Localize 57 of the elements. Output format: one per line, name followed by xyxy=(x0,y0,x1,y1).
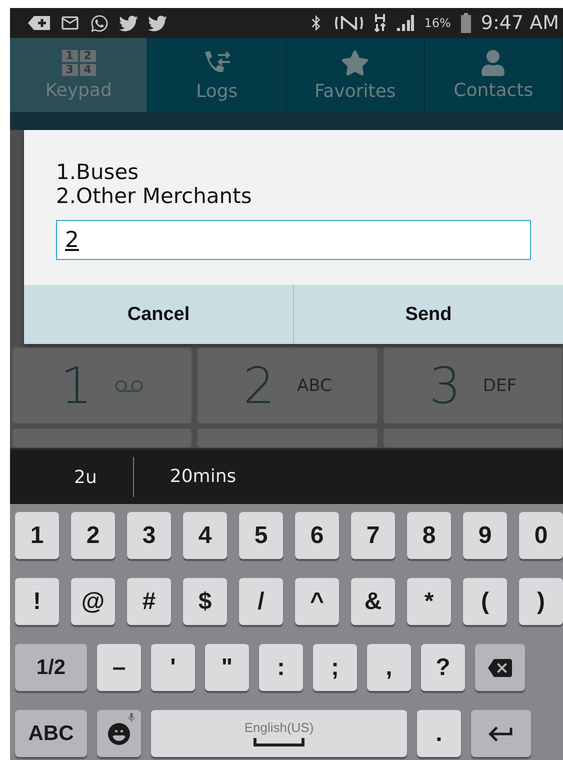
menu-option: 1.Buses xyxy=(56,160,531,184)
keyboard-key[interactable]: ABC xyxy=(15,710,87,757)
mic-icon xyxy=(126,712,137,723)
keyboard-key[interactable]: ) xyxy=(519,578,563,625)
data-transfer-icon xyxy=(374,14,386,32)
keyboard-key[interactable]: 1 xyxy=(15,512,59,559)
chat-bubble-icon xyxy=(90,14,109,32)
keyboard-key[interactable]: / xyxy=(239,578,283,625)
keyboard-key[interactable]: # xyxy=(127,578,171,625)
space-bar-icon xyxy=(252,738,305,747)
keyboard-key[interactable]: , xyxy=(367,644,411,691)
voicemail-icon xyxy=(114,380,144,392)
keyboard-key[interactable]: 6 xyxy=(295,512,339,559)
keyboard-key[interactable]: – xyxy=(97,644,141,691)
suggestion[interactable]: 2u xyxy=(10,466,133,488)
keyboard-key[interactable]: * xyxy=(407,578,451,625)
keyboard-key[interactable]: : xyxy=(259,644,303,691)
keyboard-key[interactable]: 1/2 xyxy=(15,644,87,691)
smiley-icon xyxy=(108,722,130,744)
keyboard-key[interactable]: 0 xyxy=(519,512,563,559)
cancel-button[interactable]: Cancel xyxy=(24,285,293,344)
emoji-key[interactable] xyxy=(97,710,141,757)
keyboard-key[interactable]: $ xyxy=(183,578,227,625)
keyboard-key[interactable]: ? xyxy=(421,644,465,691)
keyboard-key[interactable]: ' xyxy=(151,644,195,691)
bird-icon xyxy=(148,14,167,32)
keyboard-key[interactable]: " xyxy=(205,644,249,691)
clock-time: 9:47 AM xyxy=(480,12,559,34)
keyboard-key[interactable]: @ xyxy=(71,578,115,625)
keyboard-key[interactable]: ^ xyxy=(295,578,339,625)
send-button[interactable]: Send xyxy=(293,285,563,344)
keyboard-key[interactable]: 9 xyxy=(463,512,507,559)
keyboard-key[interactable]: ! xyxy=(15,578,59,625)
keyboard-key[interactable]: 4 xyxy=(183,512,227,559)
signal-icon xyxy=(396,15,414,31)
keyboard-key[interactable]: 3 xyxy=(127,512,171,559)
input-field[interactable]: 2 xyxy=(56,220,531,260)
keyboard-key[interactable]: . xyxy=(417,710,461,757)
keyboard-key[interactable]: 2 xyxy=(71,512,115,559)
suggestion[interactable]: 20mins xyxy=(132,457,272,497)
bird-icon xyxy=(119,14,138,32)
mute-icon xyxy=(334,16,364,30)
battery-percent: 16% xyxy=(424,16,451,30)
language-label: English(US) xyxy=(244,720,314,735)
enter-key[interactable] xyxy=(471,710,531,757)
keyboard-key[interactable]: ; xyxy=(313,644,357,691)
keyboard-key[interactable]: 7 xyxy=(351,512,395,559)
keyboard-key[interactable]: 8 xyxy=(407,512,451,559)
person-icon xyxy=(480,50,506,76)
tag-plus-icon xyxy=(28,16,50,30)
backspace-key[interactable] xyxy=(475,644,525,691)
keyboard-key[interactable]: 5 xyxy=(239,512,283,559)
star-icon xyxy=(341,48,370,76)
keyboard-key[interactable]: & xyxy=(351,578,395,625)
keyboard-key[interactable]: ( xyxy=(463,578,507,625)
battery-icon xyxy=(460,13,471,33)
menu-option: 2.Other Merchants xyxy=(56,184,531,208)
